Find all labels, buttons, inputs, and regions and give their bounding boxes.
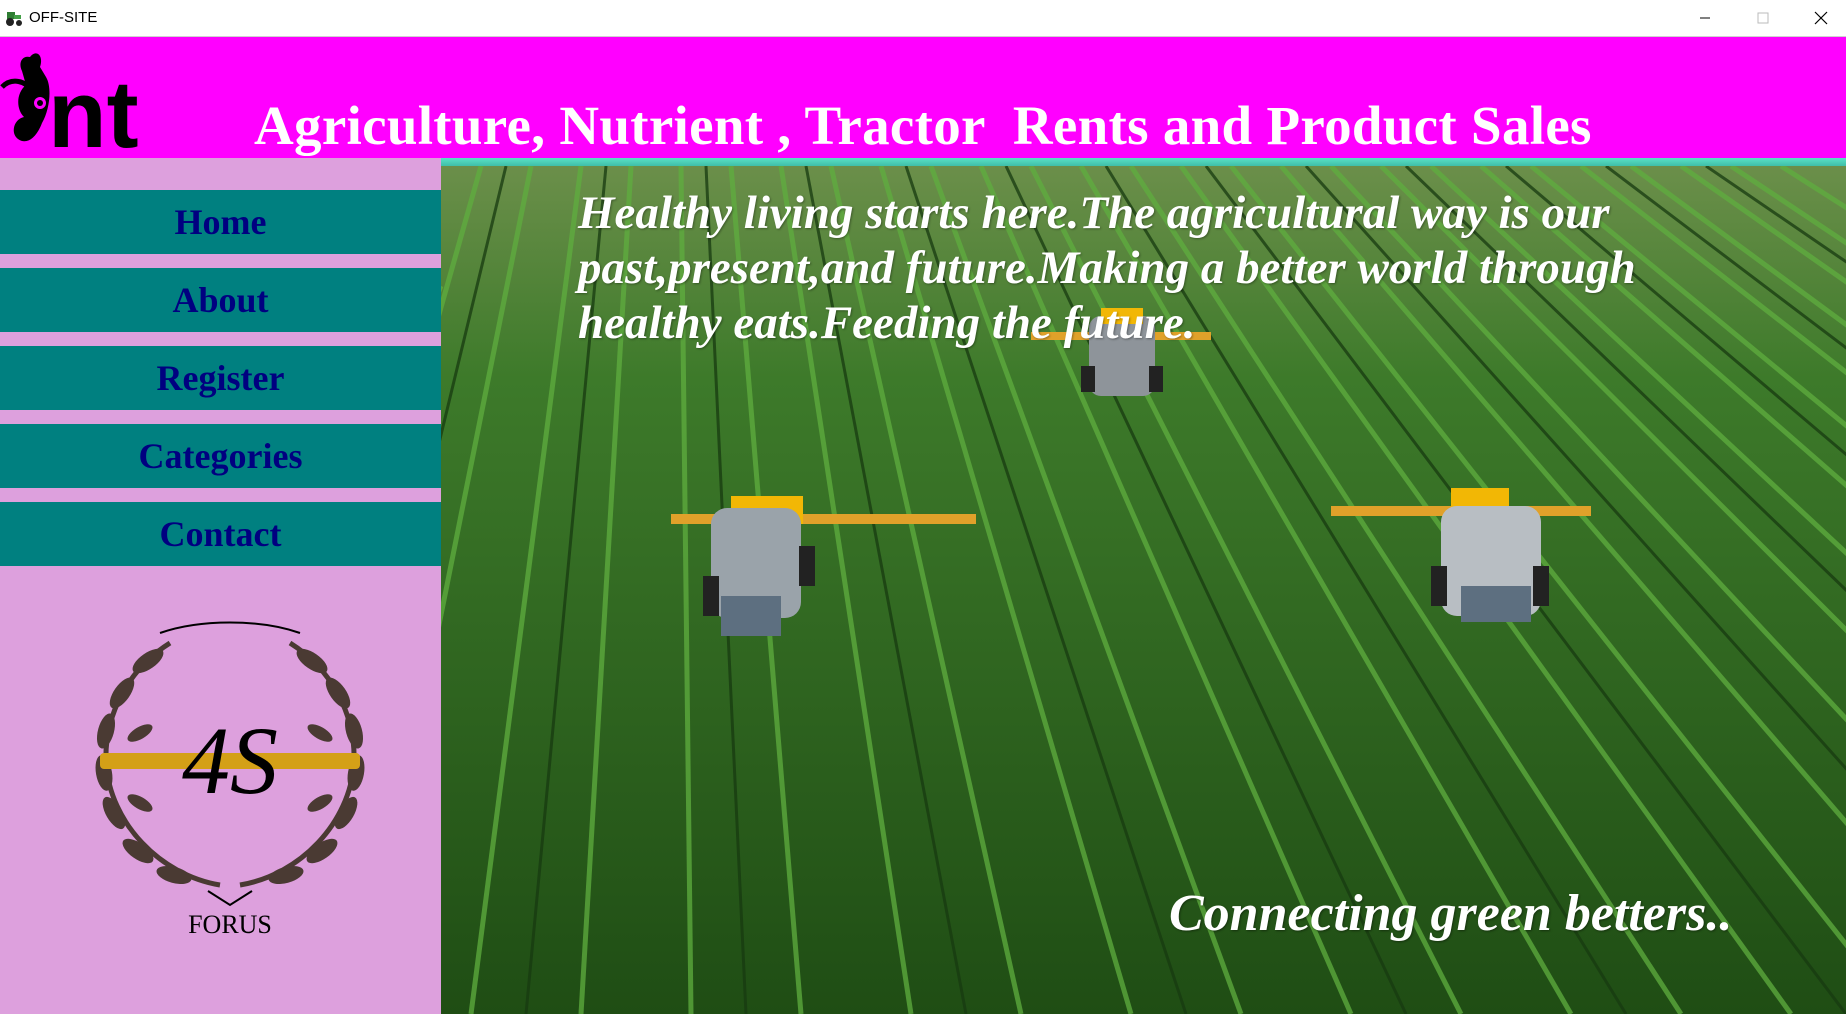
nav-contact-button[interactable]: Contact (0, 502, 441, 566)
nav-categories-button[interactable]: Categories (0, 424, 441, 488)
minimize-button[interactable] (1676, 0, 1734, 36)
nav-home-button[interactable]: Home (0, 190, 441, 254)
window-titlebar: OFF-SITE (0, 0, 1846, 37)
tractor-icon (6, 12, 22, 26)
header-accent-stripe (441, 158, 1846, 166)
nav-about-button[interactable]: About (0, 268, 441, 332)
nav-home-label: Home (174, 202, 267, 242)
minimize-icon (1700, 17, 1710, 19)
nav-register-label: Register (156, 358, 285, 398)
hero-tagline: Healthy living starts here.The agricultu… (578, 187, 1636, 349)
sidebar: Home About Register Categories Contact 4… (0, 158, 441, 1014)
site-header: nt Agriculture, Nutrient , Tractor Rents… (0, 37, 1846, 158)
page-headline: Agriculture, Nutrient , Tractor Rents an… (254, 95, 1592, 156)
maximize-icon (1757, 12, 1769, 24)
forus-seal-logo: 4S FORUS (95, 621, 365, 939)
seal-text: 4S (182, 707, 278, 814)
window-title: OFF-SITE (29, 9, 98, 26)
logo-text: nt (48, 61, 139, 155)
nav-register-button[interactable]: Register (0, 346, 441, 410)
hero-slogan: Connecting green betters.. (1169, 885, 1733, 942)
maximize-button[interactable] (1734, 0, 1792, 36)
nav-contact-label: Contact (159, 514, 282, 554)
seal-caption: FORUS (188, 910, 272, 939)
nav-categories-label: Categories (138, 436, 303, 476)
hero-area: Healthy living starts here.The agricultu… (441, 166, 1846, 1014)
close-button[interactable] (1792, 0, 1846, 36)
ant-logo: nt (0, 53, 139, 155)
nav-about-label: About (172, 280, 269, 320)
close-icon (1814, 11, 1828, 25)
